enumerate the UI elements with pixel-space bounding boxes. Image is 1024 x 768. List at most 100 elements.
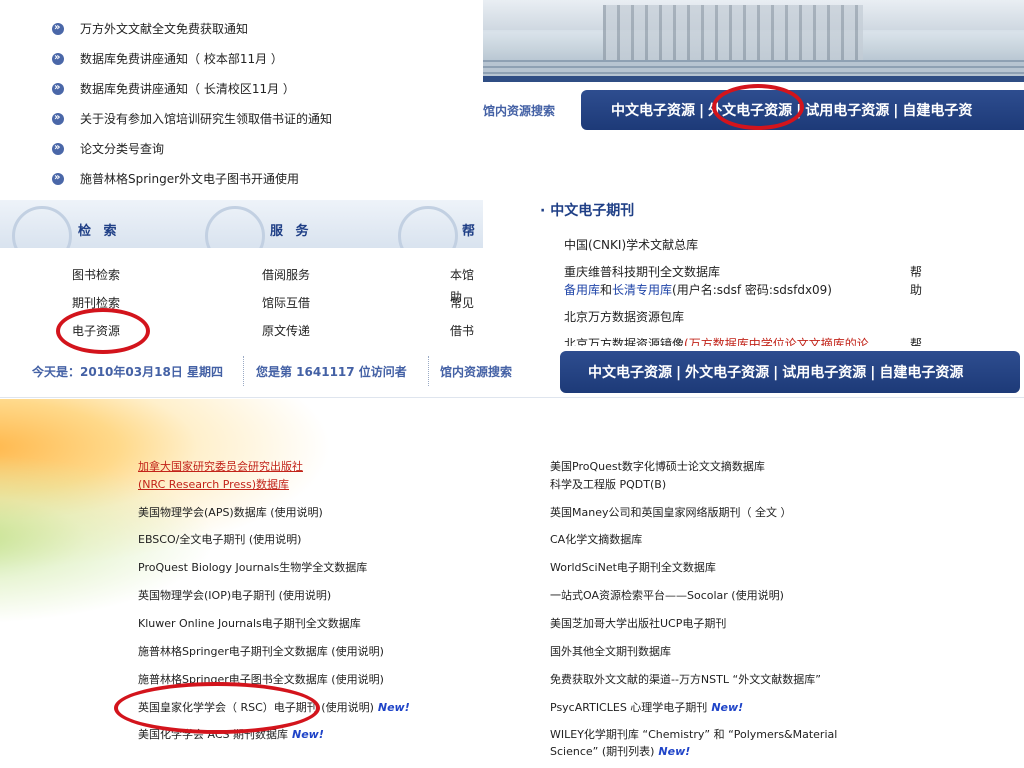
help-link-2[interactable]: 常见 — [450, 292, 483, 320]
notice-list: 万方外文文献全文免费获取通知 数据库免费讲座通知（ 校本部11月 ） 数据库免费… — [0, 0, 483, 194]
wiley-link[interactable]: Science” (期刊列表) New! — [550, 744, 690, 759]
nrc-link[interactable]: (NRC Research Press)数据库 — [138, 477, 289, 492]
database-link[interactable]: 免费获取外文文献的渠道--万方NSTL “外文文献数据库” — [550, 672, 821, 687]
database-link[interactable]: 施普林格Springer电子期刊全文数据库 (使用说明) — [138, 644, 384, 659]
nav-chinese-resources[interactable]: 中文电子资源 — [611, 103, 695, 119]
nav-foreign-resources[interactable]: 外文电子资源 — [708, 103, 792, 119]
notice-item[interactable]: 施普林格Springer外文电子图书开通使用 — [0, 163, 483, 194]
nav-separator: | — [870, 365, 876, 381]
double-chevron-icon — [52, 13, 64, 43]
notice-item[interactable]: 数据库免费讲座通知（ 长清校区11月 ） — [0, 73, 483, 104]
magnifier-decor-icon — [12, 206, 72, 248]
foreign-database-list: 加拿大国家研究委员会研究出版社 (NRC Research Press)数据库 … — [0, 399, 1024, 768]
wanfang-link[interactable]: 北京万方数据资源包库 — [564, 308, 684, 325]
e-resources-link[interactable]: 电子资源 — [72, 320, 120, 348]
library-search-link[interactable]: 馆内资源搜索 — [483, 102, 555, 119]
nav-foreign-resources[interactable]: 外文电子资源 — [685, 365, 769, 381]
nav-separator: | — [699, 103, 705, 119]
book-search-link[interactable]: 图书检索 — [72, 264, 120, 292]
pqdt-link[interactable]: 科学及工程版 PQDT(B) — [550, 477, 666, 492]
cnki-link[interactable]: 中国(CNKI)学术文献总库 — [564, 236, 698, 253]
column-head-search: 检 索 — [78, 224, 121, 239]
double-chevron-icon — [52, 73, 64, 103]
help-link[interactable]: 帮 — [910, 263, 922, 280]
document-delivery-link[interactable]: 原文传递 — [262, 320, 310, 348]
credentials-text: (用户名:sdsf 密码:sdsfdx09) — [672, 283, 832, 297]
notice-label: 数据库免费讲座通知（ 校本部11月 ） — [80, 52, 283, 66]
interlibrary-loan-link[interactable]: 馆际互借 — [262, 292, 310, 320]
nav-separator: | — [676, 365, 682, 381]
database-link[interactable]: EBSCO/全文电子期刊 (使用说明) — [138, 532, 301, 547]
chinese-journals-panel: · 中文电子期刊 中国(CNKI)学术文献总库 重庆维普科技期刊全文数据库 帮 … — [540, 190, 1024, 351]
current-date: 今天是：2010年03月18日 星期四 — [32, 365, 223, 379]
wiley-label: Science” (期刊列表) — [550, 745, 655, 758]
circulation-service-link[interactable]: 借阅服务 — [262, 264, 310, 292]
psyc-label: PsycARTICLES 心理学电子期刊 — [550, 701, 708, 714]
notice-label: 论文分类号查询 — [80, 142, 165, 156]
nav-trial-resources[interactable]: 试用电子资源 — [782, 365, 866, 381]
changqing-db-link[interactable]: 长清专用库 — [612, 283, 672, 297]
new-badge: New! — [658, 745, 691, 758]
divider — [428, 356, 429, 386]
acs-label: 美国化学学会 ACS 期刊数据库 — [138, 728, 288, 741]
nav-separator: | — [796, 103, 802, 119]
help-link[interactable]: 助 — [910, 281, 922, 298]
resource-navbar: 中文电子资源 | 外文电子资源 | 试用电子资源 | 自建电子资 — [581, 90, 1024, 130]
database-link[interactable]: 英国Maney公司和英国皇家网络版期刊（ 全文 ） — [550, 505, 791, 520]
database-link[interactable]: 国外其他全文期刊数据库 — [550, 644, 671, 659]
new-badge: New! — [292, 728, 324, 741]
backup-db-link[interactable]: 备用库 — [564, 283, 600, 297]
database-link[interactable]: 施普林格Springer电子图书全文数据库 (使用说明) — [138, 672, 384, 687]
section-title: · 中文电子期刊 — [540, 203, 635, 219]
notice-item[interactable]: 关于没有参加入馆培训研究生领取借书证的通知 — [0, 103, 483, 134]
resource-navbar-items: 中文电子资源 | 外文电子资源 | 试用电子资源 | 自建电子资 — [611, 100, 972, 120]
nav-self-built-resources[interactable]: 自建电子资 — [902, 103, 972, 119]
column-head-service: 服 务 — [270, 224, 313, 239]
service-column: 借阅服务 馆际互借 原文传递 — [262, 264, 310, 348]
notice-label: 数据库免费讲座通知（ 长清校区11月 ） — [80, 82, 295, 96]
nav-trial-resources[interactable]: 试用电子资源 — [805, 103, 889, 119]
double-chevron-icon — [52, 103, 64, 133]
nrc-link[interactable]: 加拿大国家研究委员会研究出版社 — [138, 459, 303, 474]
database-link[interactable]: 英国物理学会(IOP)电子期刊 (使用说明) — [138, 588, 331, 603]
notice-list-panel: 万方外文文献全文免费获取通知 数据库免费讲座通知（ 校本部11月 ） 数据库免费… — [0, 0, 483, 200]
psyc-link[interactable]: PsycARTICLES 心理学电子期刊 New! — [550, 700, 743, 715]
top-navigation: 馆内资源搜索 中文电子资源 | 外文电子资源 | 试用电子资源 | 自建电子资 — [483, 82, 1024, 142]
divider — [243, 356, 244, 386]
double-chevron-icon — [52, 133, 64, 163]
new-badge: New! — [711, 701, 744, 714]
database-link[interactable]: 美国芝加哥大学出版社UCP电子期刊 — [550, 616, 726, 631]
acs-link[interactable]: 美国化学学会 ACS 期刊数据库 New! — [138, 727, 324, 742]
service-menu: 检 索 服 务 帮 图书检索 期刊检索 电子资源 借阅服务 馆际互借 原文传递 … — [0, 200, 483, 345]
double-chevron-icon — [52, 43, 64, 73]
library-search-link[interactable]: 馆内资源搜索 — [440, 363, 512, 380]
help-link-3[interactable]: 借书 — [450, 320, 483, 348]
notice-item[interactable]: 论文分类号查询 — [0, 133, 483, 164]
menu-header: 检 索 服 务 帮 — [0, 200, 483, 248]
nav-separator: | — [773, 365, 779, 381]
database-link[interactable]: ProQuest Biology Journals生物学全文数据库 — [138, 560, 367, 575]
nav-self-built-resources[interactable]: 自建电子资源 — [879, 365, 963, 381]
status-bar: 今天是：2010年03月18日 星期四 您是第 1641117 位访问者 馆内资… — [0, 346, 1024, 398]
notice-label: 万方外文文献全文免费获取通知 — [80, 22, 249, 36]
rsc-link[interactable]: 英国皇家化学学会（ RSC）电子期刊 (使用说明) New! — [138, 700, 410, 715]
database-link[interactable]: CA化学文摘数据库 — [550, 532, 642, 547]
wiley-link[interactable]: WILEY化学期刊库 “Chemistry” 和 “Polymers&Mater… — [550, 727, 837, 742]
help-link-1[interactable]: 本馆助 — [450, 264, 483, 304]
nav-chinese-resources[interactable]: 中文电子资源 — [588, 365, 672, 381]
resource-navbar-items: 中文电子资源 | 外文电子资源 | 试用电子资源 | 自建电子资源 — [588, 362, 963, 382]
notice-item[interactable]: 数据库免费讲座通知（ 校本部11月 ） — [0, 43, 483, 74]
database-link[interactable]: 美国物理学会(APS)数据库 (使用说明) — [138, 505, 323, 520]
journal-search-link[interactable]: 期刊检索 — [72, 292, 120, 320]
database-link[interactable]: 一站式OA资源检索平台——Socolar (使用说明) — [550, 588, 784, 603]
column-head-help: 帮 — [462, 224, 480, 239]
pqdt-link[interactable]: 美国ProQuest数字化博硕士论文文摘数据库 — [550, 459, 765, 474]
resource-navbar: 中文电子资源 | 外文电子资源 | 试用电子资源 | 自建电子资源 — [560, 351, 1020, 393]
notice-item[interactable]: 万方外文文献全文免费获取通知 — [0, 13, 483, 44]
database-link[interactable]: WorldSciNet电子期刊全文数据库 — [550, 560, 716, 575]
weipu-link[interactable]: 重庆维普科技期刊全文数据库 — [564, 263, 720, 280]
database-link[interactable]: Kluwer Online Journals电子期刊全文数据库 — [138, 616, 361, 631]
visitor-counter: 您是第 1641117 位访问者 — [256, 365, 407, 379]
weipu-access-line: 备用库和长清专用库(用户名:sdsf 密码:sdsfdx09) — [564, 281, 832, 298]
nav-separator: | — [893, 103, 899, 119]
